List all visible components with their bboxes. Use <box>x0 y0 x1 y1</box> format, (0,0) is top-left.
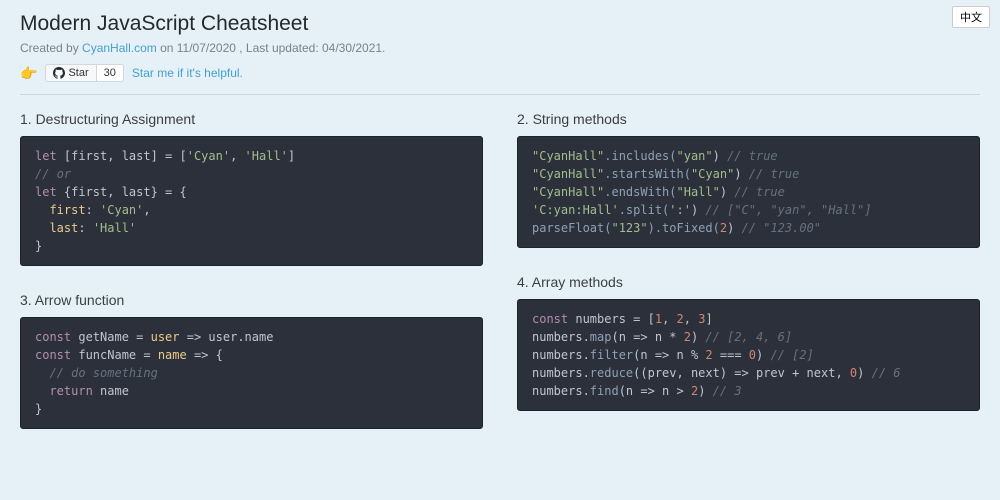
github-star-button[interactable]: Star 30 <box>45 64 123 82</box>
divider <box>20 94 980 95</box>
code-block: const getName = user => user.name const … <box>20 317 483 429</box>
pointer-icon: 👉 <box>20 65 37 82</box>
code-block: "CyanHall".includes("yan") // true "Cyan… <box>517 136 980 248</box>
subtitle: Created by CyanHall.com on 11/07/2020 , … <box>20 41 980 55</box>
section-destructuring: 1. Destructuring Assignment let [first, … <box>20 111 483 266</box>
code-block: let [first, last] = ['Cyan', 'Hall'] // … <box>20 136 483 266</box>
section-string: 2. String methods "CyanHall".includes("y… <box>517 111 980 248</box>
star-me-link[interactable]: Star me if it's helpful. <box>132 66 243 80</box>
code-block: const numbers = [1, 2, 3] numbers.map(n … <box>517 299 980 411</box>
language-toggle[interactable]: 中文 <box>952 6 990 28</box>
section-array: 4. Array methods const numbers = [1, 2, … <box>517 274 980 411</box>
section-title: 4. Array methods <box>517 274 980 290</box>
page-title: Modern JavaScript Cheatsheet <box>20 12 980 36</box>
section-arrow: 3. Arrow function const getName = user =… <box>20 292 483 429</box>
author-link[interactable]: CyanHall.com <box>82 41 157 55</box>
section-title: 1. Destructuring Assignment <box>20 111 483 127</box>
links-row: 👉 Star 30 Star me if it's helpful. <box>20 64 980 82</box>
github-icon <box>53 67 65 79</box>
section-title: 2. String methods <box>517 111 980 127</box>
section-title: 3. Arrow function <box>20 292 483 308</box>
